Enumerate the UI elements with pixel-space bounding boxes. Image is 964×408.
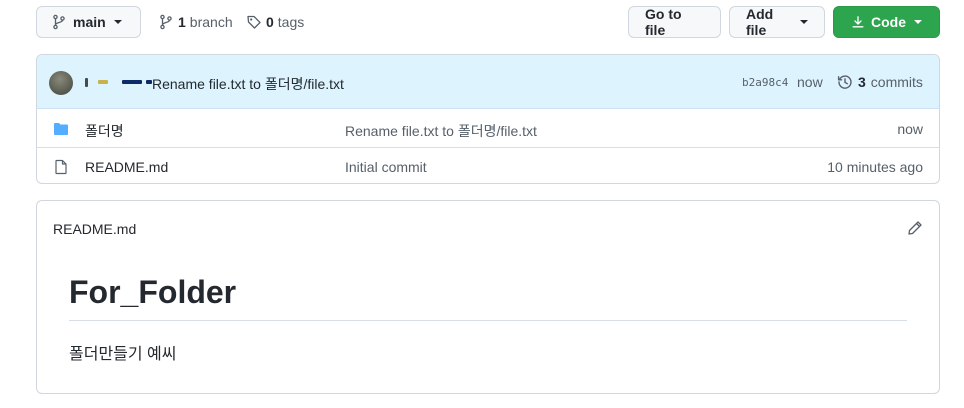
file-icon [55,159,67,175]
commits-label: commits [870,74,923,90]
repo-toolbar: main 1 branch 0 tags Go to file Add file… [36,6,940,38]
pencil-icon[interactable] [907,220,923,236]
download-icon [852,16,864,28]
commit-author[interactable] [85,74,152,90]
commits-count: 3 [858,74,866,90]
readme-panel: README.md For_Folder 폴더만들기 예씨 [36,200,940,394]
code-button[interactable]: Code [833,6,940,38]
author-redaction [98,80,108,84]
avatar[interactable] [49,71,73,95]
file-commit-message[interactable]: Initial commit [345,159,427,175]
file-age: 10 minutes ago [827,159,923,175]
branches-link[interactable]: 1 branch [158,6,233,38]
commits-history-link[interactable]: 3 commits [837,74,923,90]
commit-sha[interactable]: b2a98c4 [742,76,788,89]
commit-message[interactable]: Rename file.txt to 폴더명/file.txt [152,74,344,94]
branch-select-button[interactable]: main [36,6,141,38]
readme-heading: For_Folder [69,274,237,310]
file-name[interactable]: README.md [85,159,168,175]
chevron-down-icon [113,20,122,24]
go-to-file-button[interactable]: Go to file [628,6,721,38]
author-redaction [85,77,88,87]
chevron-down-icon [914,20,922,24]
git-branch-icon [53,14,65,30]
branches-label: branch [189,14,233,30]
tags-count: 0 [266,14,274,30]
author-redaction [122,80,142,84]
code-label: Code [871,14,906,30]
chevron-down-icon [800,20,808,24]
file-name[interactable]: 폴더명 [85,121,124,141]
branches-count: 1 [178,14,186,30]
file-row: README.md Initial commit 10 minutes ago [37,147,939,183]
file-age: now [897,121,923,137]
file-commit-message[interactable]: Rename file.txt to 폴더명/file.txt [345,121,537,141]
file-row: 폴더명 Rename file.txt to 폴더명/file.txt now [37,110,939,147]
go-to-file-label: Go to file [645,6,682,38]
readme-filename: README.md [53,221,137,237]
tags-label: tags [277,14,305,30]
file-browser: Rename file.txt to 폴더명/file.txt b2a98c4 … [36,54,940,184]
tags-link[interactable]: 0 tags [246,6,304,38]
commit-time: now [797,74,823,90]
divider [69,320,907,321]
add-file-label: Add file [746,6,774,38]
folder-icon [54,123,68,135]
add-file-button[interactable]: Add file [729,6,825,38]
readme-body: 폴더만들기 예씨 [69,346,177,363]
branch-name: main [73,14,106,30]
latest-commit-bar: Rename file.txt to 폴더명/file.txt b2a98c4 … [37,55,939,109]
git-branch-icon [160,14,172,30]
tag-icon [247,15,261,29]
history-icon [837,75,852,89]
